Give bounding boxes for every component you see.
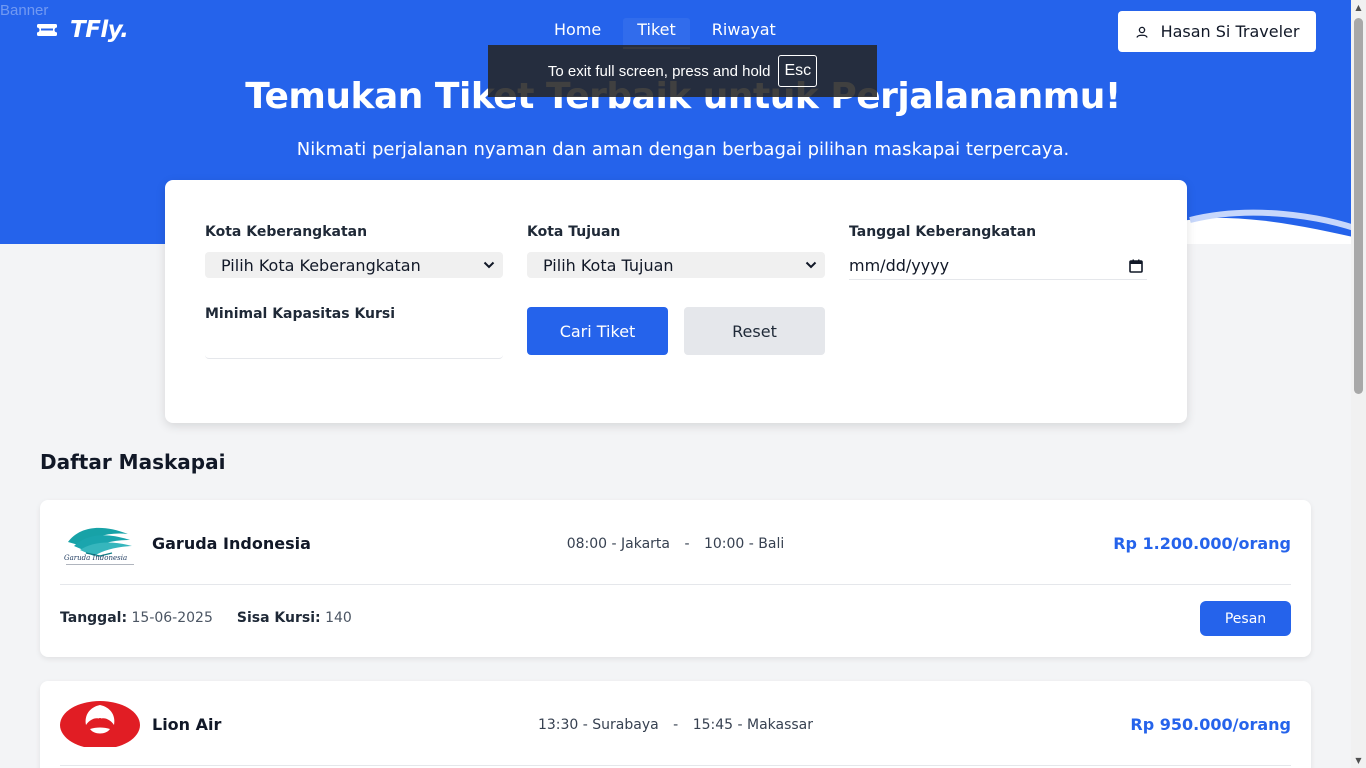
hero-subtitle: Nikmati perjalanan nyaman dan aman denga… [296,139,1070,160]
flight-date: Tanggal: 15-06-2025 [60,610,213,626]
arrive-time-city: 10:00 - Bali [703,536,785,552]
date-label: Tanggal Keberangkatan [849,224,1037,240]
esc-key-badge: Esc [778,55,818,87]
date-input[interactable]: mm/dd/yyyy [849,252,1147,280]
flight-date-value: 15-06-2025 [131,610,213,626]
page-scrollbar[interactable]: ▲ ▼ [1351,0,1366,768]
user-profile-button[interactable]: Hasan Si Traveler [1118,11,1316,52]
origin-select-value: Pilih Kota Keberangkatan [221,255,421,275]
date-input-value: mm/dd/yyyy [849,256,950,275]
reset-button[interactable]: Reset [684,307,825,355]
flight-route: 13:30 - Surabaya - 15:45 - Makassar [40,717,1311,733]
book-button[interactable]: Pesan [1200,601,1291,636]
capacity-input[interactable] [205,325,503,359]
card-divider [60,584,1291,585]
search-form-card: Kota Keberangkatan Pilih Kota Keberangka… [165,180,1187,423]
calendar-icon[interactable] [1129,259,1143,273]
destination-select-value: Pilih Kota Tujuan [543,255,674,275]
capacity-label: Minimal Kapasitas Kursi [205,306,396,322]
route-separator: - [673,717,679,733]
flight-seats: Sisa Kursi: 140 [237,610,352,626]
origin-label: Kota Keberangkatan [205,224,368,240]
search-button[interactable]: Cari Tiket [527,307,668,355]
chevron-down-icon [483,261,495,269]
airline-list-title: Daftar Maskapai [40,450,226,474]
fullscreen-toast-text: To exit full screen, press and hold [547,62,771,80]
user-name: Hasan Si Traveler [1160,22,1300,41]
card-divider [60,765,1291,766]
flight-seats-label: Sisa Kursi: [236,610,321,626]
depart-time-city: 13:30 - Surabaya [537,717,659,733]
brand-logo[interactable]: TFly. [36,17,129,43]
destination-label: Kota Tujuan [527,224,621,240]
flight-date-label: Tanggal: [60,610,128,626]
route-separator: - [684,536,690,552]
flight-card: Garuda Indonesia Garuda Indonesia 08:00 … [40,500,1311,657]
arrive-time-city: 15:45 - Makassar [692,717,814,733]
brand-name: TFly. [70,17,129,43]
flight-card: Lion Air 13:30 - Surabaya - 15:45 - Maka… [40,681,1311,768]
flight-price: Rp 1.200.000/orang [1113,534,1291,553]
fullscreen-exit-toast: To exit full screen, press and hold Esc [488,45,877,97]
chevron-down-icon [805,261,817,269]
destination-select[interactable]: Pilih Kota Tujuan [527,252,825,278]
flight-meta: Tanggal: 15-06-2025 Sisa Kursi: 140 [60,610,352,626]
garuda-logo-text: Garuda Indonesia [64,554,127,562]
scroll-up-icon[interactable]: ▲ [1354,3,1363,12]
flight-seats-value: 140 [325,610,352,626]
scroll-down-icon[interactable]: ▼ [1354,756,1363,765]
ticket-icon [36,24,58,36]
flight-price: Rp 950.000/orang [1130,715,1291,734]
scrollbar-thumb[interactable] [1354,18,1363,394]
user-icon [1135,26,1148,38]
origin-select[interactable]: Pilih Kota Keberangkatan [205,252,503,278]
depart-time-city: 08:00 - Jakarta [566,536,671,552]
